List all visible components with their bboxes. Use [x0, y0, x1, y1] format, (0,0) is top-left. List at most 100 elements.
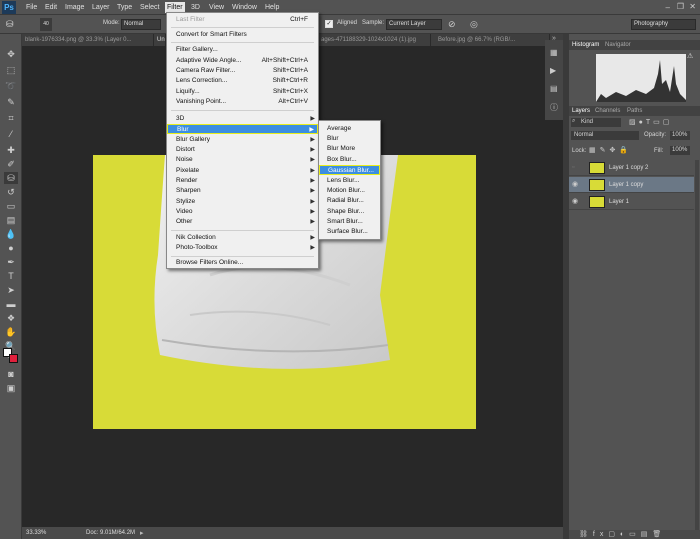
- brush-size[interactable]: 40: [40, 18, 52, 31]
- shape-blur-item[interactable]: Shape Blur...: [319, 207, 380, 217]
- menu-edit[interactable]: Edit: [43, 2, 59, 13]
- restore-icon[interactable]: ❐: [677, 2, 684, 11]
- motion-blur-item[interactable]: Motion Blur...: [319, 186, 380, 196]
- menu-select[interactable]: Select: [138, 2, 161, 13]
- lens-correction-item[interactable]: Lens Correction... Shift+Ctrl+R: [167, 76, 318, 86]
- last-filter-item[interactable]: Last Filter Ctrl+F: [167, 15, 318, 25]
- quick-select-tool-icon[interactable]: ✎: [4, 96, 18, 108]
- submenu-photo-toolbox[interactable]: Photo-Toolbox ▶: [167, 243, 318, 253]
- tab-channels[interactable]: Channels: [595, 108, 620, 114]
- blur-more-item[interactable]: Blur More: [319, 144, 380, 154]
- eraser-tool-icon[interactable]: ▭: [4, 200, 18, 212]
- browse-filters-online-item[interactable]: Browse Filters Online...: [167, 258, 318, 268]
- gradient-tool-icon[interactable]: ▤: [4, 214, 18, 226]
- submenu-blur-gallery[interactable]: Blur Gallery ▶: [167, 135, 318, 145]
- blur-blur-item[interactable]: Blur: [319, 134, 380, 144]
- layer-row[interactable]: ◉ Layer 1 copy: [569, 177, 694, 193]
- history-panel-icon[interactable]: ▦: [550, 48, 558, 57]
- ignore-adjustments-icon[interactable]: ⊘: [448, 19, 456, 30]
- radial-blur-item[interactable]: Radial Blur...: [319, 196, 380, 206]
- histogram-warning-icon[interactable]: ⚠: [687, 52, 693, 60]
- zoom-level[interactable]: 33.33%: [26, 530, 46, 536]
- submenu-video[interactable]: Video ▶: [167, 207, 318, 217]
- properties-panel-icon[interactable]: ▤: [550, 84, 558, 93]
- blur-average-item[interactable]: Average: [319, 124, 380, 134]
- menu-image[interactable]: Image: [63, 2, 86, 13]
- move-tool-icon[interactable]: ✥: [4, 48, 18, 60]
- blur-tool-icon[interactable]: 💧: [4, 228, 18, 240]
- screen-mode-icon[interactable]: ▣: [4, 382, 18, 394]
- pen-tool-icon[interactable]: ✒: [4, 256, 18, 268]
- convert-smart-filters-item[interactable]: Convert for Smart Filters: [167, 30, 318, 40]
- blend-mode-select[interactable]: Normal: [571, 131, 639, 140]
- close-icon[interactable]: ✕: [689, 2, 696, 11]
- history-brush-tool-icon[interactable]: ↺: [4, 186, 18, 198]
- submenu-distort[interactable]: Distort ▶: [167, 145, 318, 155]
- tab-layers[interactable]: Layers: [572, 108, 590, 114]
- background-color-swatch[interactable]: [9, 354, 18, 363]
- submenu-other[interactable]: Other ▶: [167, 217, 318, 227]
- doc-tab-ages[interactable]: ages-471188329-1024x1024 (1).jpg: [318, 34, 431, 46]
- liquify-item[interactable]: Liquify... Shift+Ctrl+X: [167, 87, 318, 97]
- dodge-tool-icon[interactable]: ●: [4, 242, 18, 254]
- menu-file[interactable]: File: [24, 2, 39, 13]
- healing-tool-icon[interactable]: ✚: [4, 144, 18, 156]
- submenu-blur[interactable]: Blur ▶: [167, 124, 318, 134]
- fill-input[interactable]: 100%: [670, 146, 690, 155]
- clone-stamp-icon[interactable]: ⛁: [6, 19, 18, 31]
- filter-gallery-item[interactable]: Filter Gallery...: [167, 45, 318, 55]
- layer-row[interactable]: ◉ Layer 1: [569, 194, 694, 210]
- eyedropper-tool-icon[interactable]: ⁄: [4, 128, 18, 140]
- submenu-render[interactable]: Render ▶: [167, 176, 318, 186]
- surface-blur-item[interactable]: Surface Blur...: [319, 227, 380, 237]
- doc-tab-blank[interactable]: blank-1976334.png @ 33.3% (Layer 0...: [22, 34, 154, 46]
- layer-row[interactable]: ▫ Layer 1 copy 2: [569, 160, 694, 176]
- workspace-select[interactable]: Photography: [631, 19, 696, 30]
- lock-icons[interactable]: ▦✎✥🔒: [589, 146, 632, 154]
- layers-scrollbar[interactable]: [695, 160, 699, 530]
- gaussian-blur-item[interactable]: Gaussian Blur...: [319, 165, 380, 175]
- lens-blur-item[interactable]: Lens Blur...: [319, 176, 380, 186]
- info-panel-icon[interactable]: ⓘ: [550, 102, 558, 113]
- clone-stamp-tool-icon[interactable]: ⛁: [4, 172, 18, 184]
- type-tool-icon[interactable]: T: [4, 270, 18, 282]
- menu-layer[interactable]: Layer: [90, 2, 112, 13]
- lasso-tool-icon[interactable]: ➰: [4, 80, 18, 92]
- minimize-icon[interactable]: –: [666, 3, 670, 12]
- submenu-noise[interactable]: Noise ▶: [167, 155, 318, 165]
- visibility-off-icon[interactable]: ▫: [572, 160, 574, 176]
- submenu-sharpen[interactable]: Sharpen ▶: [167, 186, 318, 196]
- vanishing-point-item[interactable]: Vanishing Point... Alt+Ctrl+V: [167, 97, 318, 107]
- mode-select[interactable]: Normal: [121, 19, 161, 30]
- submenu-pixelate[interactable]: Pixelate ▶: [167, 166, 318, 176]
- submenu-3d[interactable]: 3D ▶: [167, 114, 318, 124]
- eye-icon[interactable]: ◉: [572, 177, 578, 193]
- layers-footer-icons[interactable]: ⛓fx▢◐▭▤🗑: [569, 530, 700, 539]
- crop-tool-icon[interactable]: ⌗: [4, 112, 18, 124]
- opacity-input[interactable]: 100%: [670, 131, 690, 140]
- status-menu-arrow-icon[interactable]: ▸: [140, 529, 144, 537]
- quick-mask-icon[interactable]: ◙: [4, 368, 18, 380]
- doc-tab-before[interactable]: Before.jpg @ 66.7% (RGB/...: [435, 34, 550, 46]
- marquee-tool-icon[interactable]: ⬚: [4, 64, 18, 76]
- path-select-tool-icon[interactable]: ➤: [4, 284, 18, 296]
- menu-type[interactable]: Type: [115, 2, 134, 13]
- pressure-icon[interactable]: ◎: [470, 19, 478, 30]
- filter-type-icons[interactable]: ▨●T▭▢: [629, 118, 672, 126]
- doc-tab-active[interactable]: Un: [154, 34, 166, 46]
- submenu-nik-collection[interactable]: Nik Collection ▶: [167, 233, 318, 243]
- camera-raw-item[interactable]: Camera Raw Filter... Shift+Ctrl+A: [167, 66, 318, 76]
- sample-select[interactable]: Current Layer: [386, 19, 442, 30]
- tab-histogram[interactable]: Histogram: [572, 42, 599, 48]
- aligned-checkbox[interactable]: ✓: [325, 20, 333, 28]
- layer-kind-filter[interactable]: Kind: [571, 118, 621, 127]
- hand-tool-icon[interactable]: ✋: [4, 326, 18, 338]
- box-blur-item[interactable]: Box Blur...: [319, 155, 380, 165]
- adaptive-wide-angle-item[interactable]: Adaptive Wide Angle... Alt+Shift+Ctrl+A: [167, 56, 318, 66]
- actions-panel-icon[interactable]: ▶: [550, 66, 556, 75]
- 3d-tool-icon[interactable]: ❖: [4, 312, 18, 324]
- tab-paths[interactable]: Paths: [627, 108, 642, 114]
- tab-navigator[interactable]: Navigator: [605, 42, 631, 48]
- eye-icon[interactable]: ◉: [572, 194, 578, 210]
- brush-tool-icon[interactable]: ✐: [4, 158, 18, 170]
